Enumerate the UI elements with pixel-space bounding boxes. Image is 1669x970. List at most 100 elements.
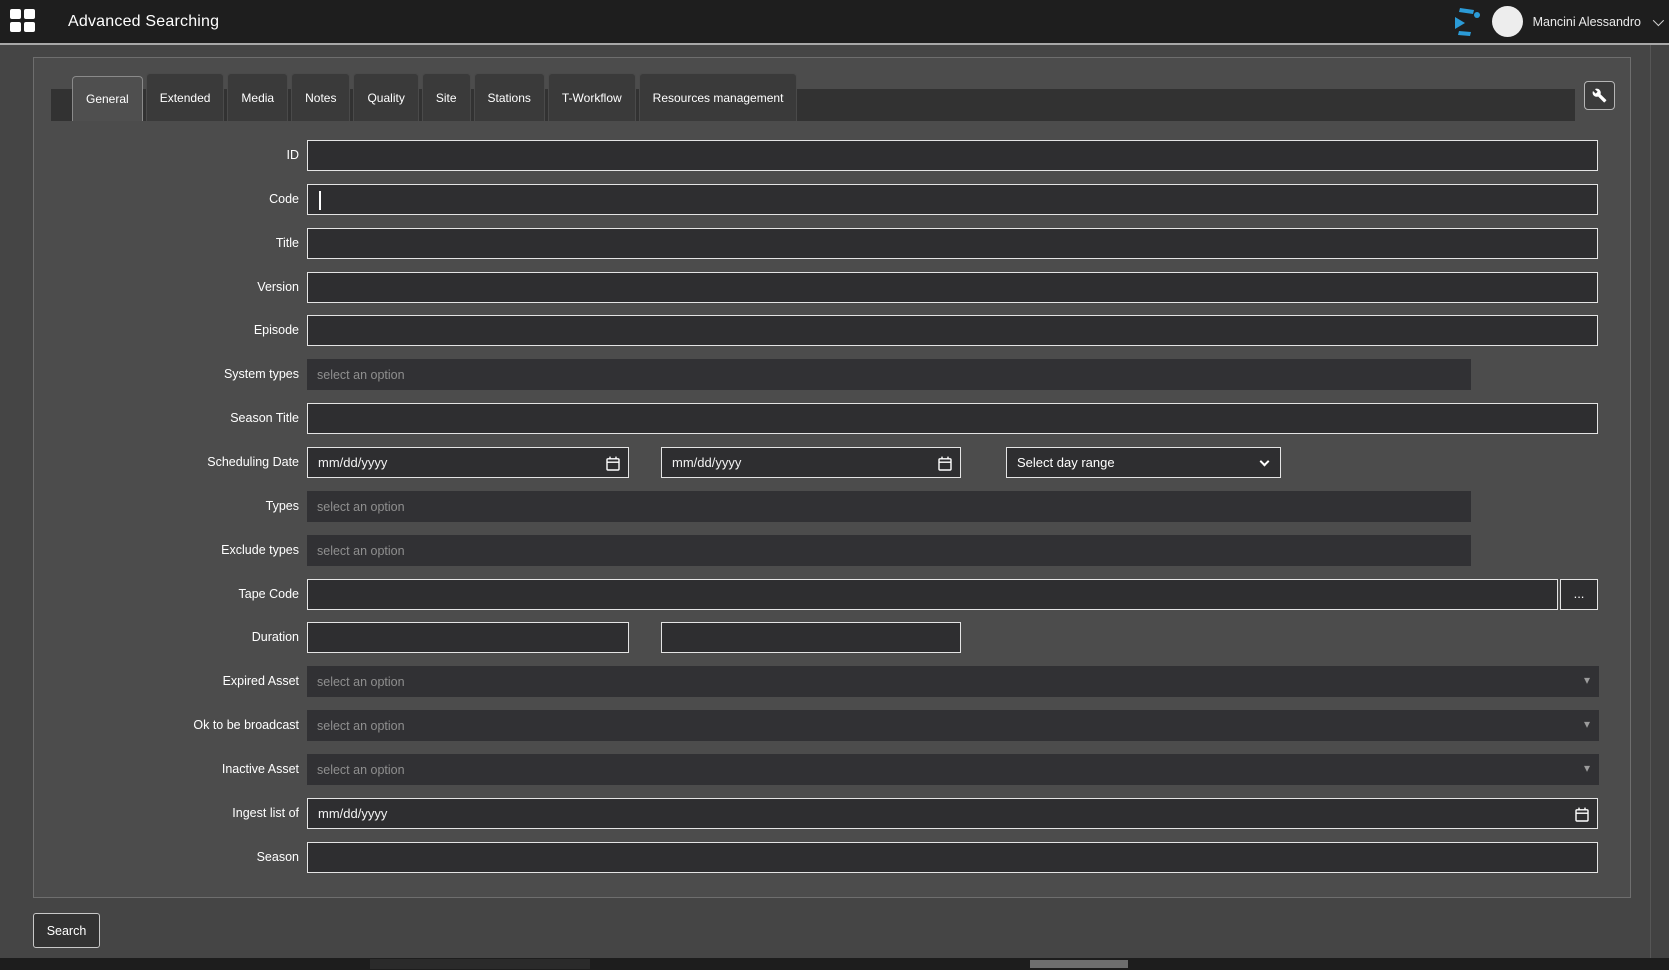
page-title: Advanced Searching	[68, 0, 219, 43]
field-id	[307, 140, 1598, 171]
form-row-code: Code	[34, 184, 1630, 215]
wrench-icon	[1592, 88, 1607, 103]
field-types-multiselect[interactable]: select an option	[307, 491, 1471, 522]
dropdown-arrow-icon: ▾	[1584, 718, 1590, 730]
form-row-version: Version	[34, 272, 1630, 303]
placeholder-text: select an option	[317, 544, 405, 558]
tab-general[interactable]: General	[72, 76, 143, 121]
placeholder-text: select an option	[317, 500, 405, 514]
user-menu[interactable]: Mancini Alessandro	[1452, 0, 1661, 43]
form-row-season-title: Season Title	[34, 403, 1630, 434]
day-range-select[interactable]: Select day range	[1006, 447, 1281, 478]
bottom-strip-segment	[370, 959, 590, 969]
avatar[interactable]	[1492, 6, 1523, 37]
tape-code-browse-button[interactable]: ...	[1560, 579, 1598, 610]
ingest-list-of-input[interactable]	[318, 806, 1587, 821]
tab-quality[interactable]: Quality	[353, 73, 418, 121]
form-row-episode: Episode	[34, 315, 1630, 346]
field-label-exclude-types: Exclude types	[34, 535, 299, 566]
field-title	[307, 228, 1598, 259]
field-label-scheduling-date: Scheduling Date	[34, 447, 299, 478]
season-input[interactable]	[318, 850, 1587, 865]
version-input[interactable]	[318, 280, 1587, 295]
field-label-inactive-asset: Inactive Asset	[34, 754, 299, 785]
scheduling-date-to-input[interactable]	[672, 455, 950, 470]
grid-square	[24, 22, 35, 32]
field-expired-asset-dropdown[interactable]: select an option▾	[307, 666, 1599, 697]
form-row-duration: Duration	[34, 622, 1630, 653]
field-season	[307, 842, 1598, 873]
advanced-search-panel: GeneralExtendedMediaNotesQualitySiteStat…	[33, 57, 1631, 898]
field-label-season: Season	[34, 842, 299, 873]
app-grid-icon[interactable]	[10, 9, 35, 32]
grid-square	[10, 22, 21, 32]
field-label-tape-code: Tape Code	[34, 579, 299, 610]
field-label-episode: Episode	[34, 315, 299, 346]
field-label-season-title: Season Title	[34, 403, 299, 434]
tab-extended[interactable]: Extended	[146, 73, 225, 121]
field-tape-code	[307, 579, 1558, 610]
episode-input[interactable]	[318, 323, 1587, 338]
title-input[interactable]	[318, 236, 1587, 251]
settings-wrench-button[interactable]	[1584, 81, 1615, 110]
form-row-ok-to-be-broadcast: Ok to be broadcast select an option ▾	[34, 710, 1630, 741]
form-row-scheduling-date: Scheduling Date Select day range	[34, 447, 1630, 478]
field-exclude-types-multiselect[interactable]: select an option	[307, 535, 1471, 566]
dropdown-arrow-icon: ▾	[1584, 762, 1590, 774]
day-range-value: Select day range	[1017, 455, 1115, 470]
tab-media[interactable]: Media	[227, 73, 288, 121]
form-row-inactive-asset: Inactive Asset select an option ▾	[34, 754, 1630, 785]
field-ingest-list-of	[307, 798, 1598, 829]
form-row-id: ID	[34, 140, 1630, 171]
user-name[interactable]: Mancini Alessandro	[1533, 15, 1641, 29]
form-row-ingest-list-of: Ingest list of	[34, 798, 1630, 829]
field-label-types: Types	[34, 491, 299, 522]
field-label-id: ID	[34, 140, 299, 171]
field-scheduling-date-from	[307, 447, 629, 478]
field-label-system-types: System types	[34, 359, 299, 390]
bottom-scrollbar-track	[0, 958, 1669, 970]
field-season-title	[307, 403, 1598, 434]
field-label-ingest-list-of: Ingest list of	[34, 798, 299, 829]
field-label-code: Code	[34, 184, 299, 215]
text-caret	[319, 191, 321, 210]
form-row-exclude-types: Exclude types select an option	[34, 535, 1630, 566]
tab-bar: GeneralExtendedMediaNotesQualitySiteStat…	[72, 73, 800, 121]
field-inactive-asset-dropdown[interactable]: select an option ▾	[307, 754, 1599, 785]
tape-code-input[interactable]	[318, 587, 1547, 602]
calendar-icon[interactable]	[938, 456, 952, 471]
calendar-icon[interactable]	[606, 456, 620, 471]
calendar-icon[interactable]	[1575, 807, 1589, 822]
scheduling-date-from-input[interactable]	[318, 455, 618, 470]
field-system-types-multiselect[interactable]: select an option	[307, 359, 1471, 390]
right-gutter	[1650, 45, 1669, 958]
tab-site[interactable]: Site	[422, 73, 471, 121]
season-title-input[interactable]	[318, 411, 1587, 426]
field-label-duration: Duration	[34, 622, 299, 653]
tab-resources-management[interactable]: Resources management	[639, 73, 798, 121]
search-button[interactable]: Search	[33, 913, 100, 948]
code-input[interactable]	[318, 192, 1587, 207]
tab-notes[interactable]: Notes	[291, 73, 350, 121]
id-input[interactable]	[318, 148, 1587, 163]
chevron-down-icon	[1653, 14, 1664, 25]
duration-from-input[interactable]	[318, 630, 618, 645]
grid-square	[10, 9, 21, 19]
field-duration-from	[307, 622, 629, 653]
form-row-expired-asset: Expired Assetselect an option▾	[34, 666, 1630, 697]
brand-logo-icon	[1452, 5, 1482, 39]
form-row-season: Season	[34, 842, 1630, 873]
placeholder-text: select an option	[317, 675, 405, 689]
field-duration-to	[661, 622, 961, 653]
field-version	[307, 272, 1598, 303]
placeholder-text: select an option	[317, 719, 405, 733]
tab-stations[interactable]: Stations	[474, 73, 545, 121]
top-bar: Advanced Searching Mancini Alessandro	[0, 0, 1669, 43]
field-ok-to-be-broadcast-dropdown[interactable]: select an option ▾	[307, 710, 1599, 741]
placeholder-text: select an option	[317, 763, 405, 777]
form-row-types: Types select an option	[34, 491, 1630, 522]
duration-to-input[interactable]	[672, 630, 950, 645]
tab-t-workflow[interactable]: T-Workflow	[548, 73, 636, 121]
horizontal-scrollbar-thumb[interactable]	[1030, 960, 1128, 968]
field-label-ok-to-be-broadcast: Ok to be broadcast	[34, 710, 299, 741]
